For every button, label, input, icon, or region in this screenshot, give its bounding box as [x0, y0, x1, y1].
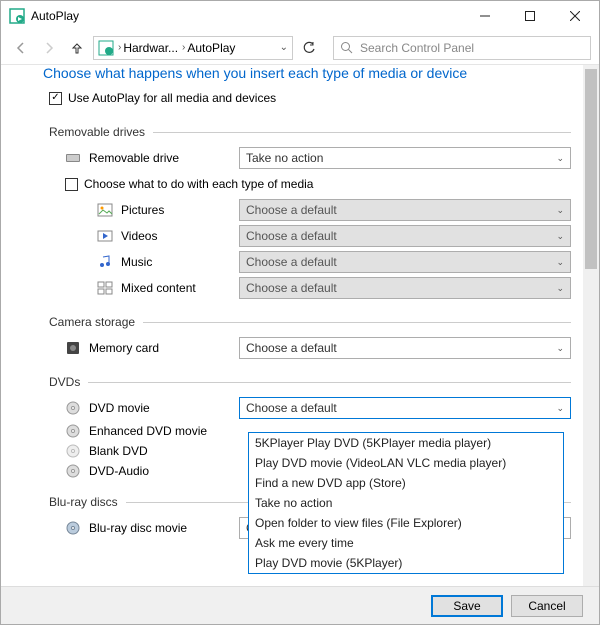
nav-bar: ›Hardwar... ›AutoPlay ⌄ Search Control P… — [1, 31, 599, 65]
blank-dvd-label: Blank DVD — [89, 444, 239, 458]
chevron-down-icon: ⌄ — [556, 283, 564, 294]
content-area: Choose what happens when you insert each… — [1, 65, 599, 586]
chevron-down-icon: ⌄ — [556, 231, 564, 242]
section-bluray: Blu-ray discs — [49, 495, 118, 509]
dropdown-option[interactable]: Play DVD movie (5KPlayer) — [249, 553, 563, 573]
section-removable-drives: Removable drives — [49, 125, 145, 139]
mixed-content-icon — [97, 280, 113, 296]
vertical-scrollbar[interactable] — [583, 65, 599, 586]
close-button[interactable] — [552, 2, 597, 30]
section-camera-storage: Camera storage — [49, 315, 135, 329]
search-placeholder: Search Control Panel — [360, 41, 474, 55]
up-button[interactable] — [65, 36, 89, 60]
bluray-movie-icon — [65, 520, 81, 536]
music-action-select[interactable]: Choose a default⌄ — [239, 251, 571, 273]
dvd-movie-action-select[interactable]: Choose a default⌄ — [239, 397, 571, 419]
choose-each-type-label: Choose what to do with each type of medi… — [84, 177, 313, 191]
use-autoplay-checkbox[interactable]: ✓ — [49, 92, 62, 105]
chevron-down-icon: ⌄ — [556, 257, 564, 268]
dropdown-option[interactable]: Open folder to view files (File Explorer… — [249, 513, 563, 533]
dropdown-option[interactable]: Play DVD movie (VideoLAN VLC media playe… — [249, 453, 563, 473]
music-icon — [97, 254, 113, 270]
pictures-label: Pictures — [121, 203, 239, 217]
dvd-audio-icon — [65, 463, 81, 479]
use-autoplay-label: Use AutoPlay for all media and devices — [68, 91, 276, 105]
minimize-button[interactable] — [462, 2, 507, 30]
back-button[interactable] — [9, 36, 33, 60]
dropdown-option[interactable]: Find a new DVD app (Store) — [249, 473, 563, 493]
dropdown-option[interactable]: Ask me every time — [249, 533, 563, 553]
dvd-movie-dropdown[interactable]: 5KPlayer Play DVD (5KPlayer media player… — [248, 432, 564, 574]
page-heading: Choose what happens when you insert each… — [43, 65, 571, 81]
maximize-button[interactable] — [507, 2, 552, 30]
removable-drive-icon — [65, 150, 81, 166]
breadcrumb-autoplay[interactable]: AutoPlay — [187, 41, 235, 55]
bluray-movie-label: Blu-ray disc movie — [89, 521, 239, 535]
save-button[interactable]: Save — [431, 595, 503, 617]
pictures-icon — [97, 202, 113, 218]
enhanced-dvd-label: Enhanced DVD movie — [89, 424, 239, 438]
chevron-down-icon: ⌄ — [556, 403, 564, 414]
music-label: Music — [121, 255, 239, 269]
dvd-audio-label: DVD-Audio — [89, 464, 239, 478]
autoplay-app-icon — [9, 8, 25, 24]
address-bar[interactable]: ›Hardwar... ›AutoPlay ⌄ — [93, 36, 293, 60]
autoplay-path-icon — [98, 40, 114, 56]
videos-label: Videos — [121, 229, 239, 243]
search-input[interactable]: Search Control Panel — [333, 36, 591, 60]
title-bar: AutoPlay — [1, 1, 599, 31]
footer: Save Cancel — [1, 586, 599, 624]
removable-drive-action-select[interactable]: Take no action⌄ — [239, 147, 571, 169]
mixed-content-action-select[interactable]: Choose a default⌄ — [239, 277, 571, 299]
removable-drive-label: Removable drive — [89, 151, 239, 165]
chevron-down-icon: ⌄ — [556, 205, 564, 216]
dvd-movie-label: DVD movie — [89, 401, 239, 415]
forward-button[interactable] — [37, 36, 61, 60]
memory-card-icon — [65, 340, 81, 356]
chevron-right-icon: › — [182, 42, 185, 53]
window-title: AutoPlay — [31, 9, 79, 23]
dvd-movie-icon — [65, 400, 81, 416]
chevron-down-icon[interactable]: ⌄ — [280, 42, 288, 53]
blank-dvd-icon — [65, 443, 81, 459]
chevron-down-icon: ⌄ — [556, 153, 564, 164]
mixed-content-label: Mixed content — [121, 281, 239, 295]
videos-action-select[interactable]: Choose a default⌄ — [239, 225, 571, 247]
enhanced-dvd-icon — [65, 423, 81, 439]
scrollbar-thumb[interactable] — [585, 69, 597, 269]
search-icon — [340, 41, 354, 55]
videos-icon — [97, 228, 113, 244]
section-dvds: DVDs — [49, 375, 80, 389]
chevron-down-icon: ⌄ — [556, 343, 564, 354]
pictures-action-select[interactable]: Choose a default⌄ — [239, 199, 571, 221]
memory-card-action-select[interactable]: Choose a default⌄ — [239, 337, 571, 359]
memory-card-label: Memory card — [89, 341, 239, 355]
refresh-button[interactable] — [297, 36, 321, 60]
chevron-right-icon: › — [118, 42, 121, 53]
breadcrumb-hardware[interactable]: Hardwar... — [123, 41, 178, 55]
choose-each-type-checkbox[interactable] — [65, 178, 78, 191]
dropdown-option[interactable]: 5KPlayer Play DVD (5KPlayer media player… — [249, 433, 563, 453]
cancel-button[interactable]: Cancel — [511, 595, 583, 617]
dropdown-option[interactable]: Take no action — [249, 493, 563, 513]
